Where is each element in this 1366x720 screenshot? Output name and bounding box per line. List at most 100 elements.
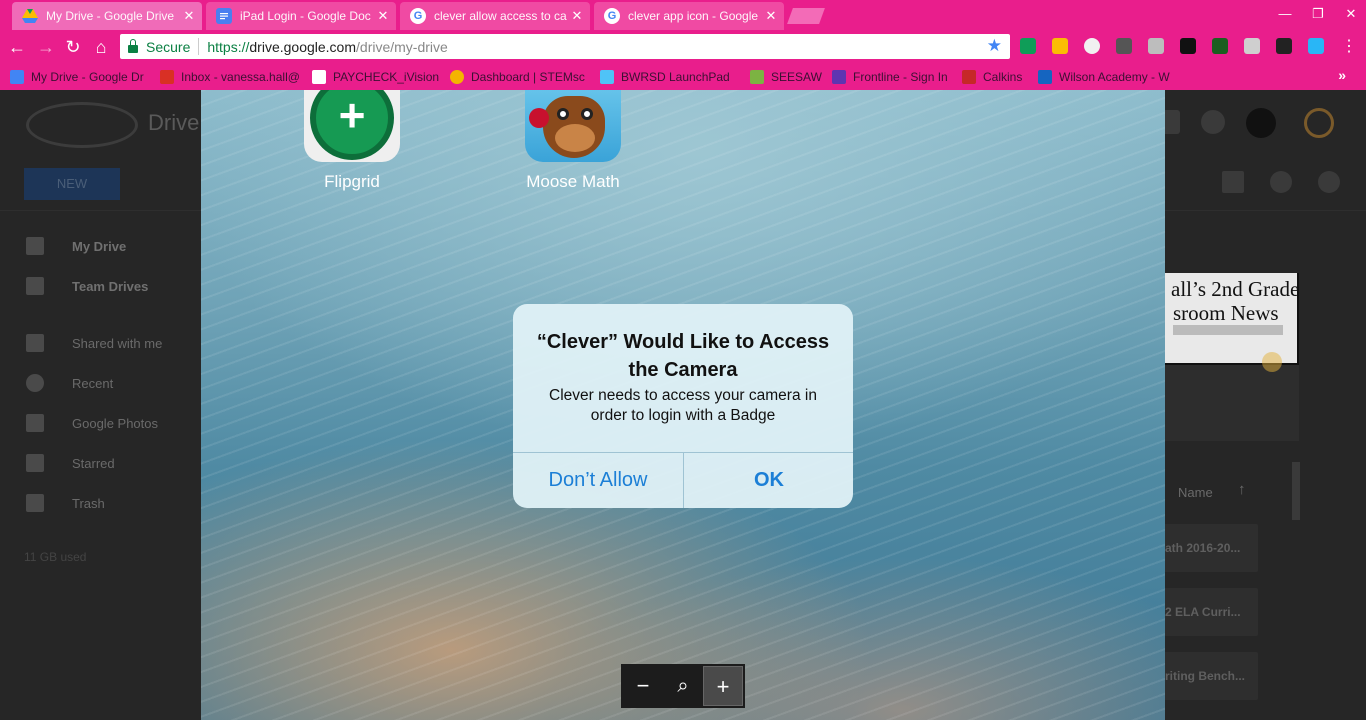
file-row[interactable]: riting Bench... [1165, 652, 1258, 700]
drive-folder-icon [26, 237, 44, 255]
divider [198, 38, 200, 55]
zoom-in-icon[interactable]: + [703, 666, 743, 706]
zoom-reset-icon[interactable]: ⌕ [663, 666, 703, 706]
bookmark-seesaw[interactable]: SEESAW [750, 69, 822, 85]
app-flipgrid[interactable]: + Flipgrid [292, 90, 412, 192]
file-row[interactable]: ath 2016-20... [1165, 524, 1258, 572]
bookmark-paycheck[interactable]: PAYCHECK_iVision [312, 69, 439, 85]
tab-title: iPad Login - Google Doc [240, 9, 371, 23]
bookmarks-bar: My Drive - Google Dr Inbox - vanessa.hal… [0, 63, 1366, 90]
drive-extension-icon[interactable] [1052, 38, 1068, 54]
screencast-extension-icon[interactable] [1276, 38, 1292, 54]
close-tab-icon[interactable]: ✕ [374, 8, 392, 24]
bookmark-inbox[interactable]: Inbox - vanessa.hall@ [160, 69, 300, 85]
film-extension-icon[interactable] [1116, 38, 1132, 54]
thumbnail-text: all’s 2nd Grade [1171, 277, 1299, 301]
home-icon[interactable]: ⌂ [90, 36, 112, 58]
sidebar-item-recent[interactable]: Recent [26, 373, 113, 393]
storage-quota: 11 GB used [24, 550, 87, 564]
sort-by-name[interactable]: Name [1178, 485, 1213, 500]
close-tab-icon[interactable]: ✕ [180, 8, 198, 24]
wilson-icon [1038, 70, 1052, 84]
bookmark-frontline[interactable]: Frontline - Sign In [832, 69, 948, 85]
frontline-icon [832, 70, 846, 84]
alert-title: “Clever” Would Like to Access the Camera [536, 331, 830, 381]
notifications-icon[interactable] [1201, 110, 1225, 134]
bookmark-star-icon[interactable]: ★ [987, 36, 1002, 56]
ok-button[interactable]: OK [684, 453, 853, 508]
sidebar-item-google-photos[interactable]: Google Photos [26, 413, 158, 433]
clock-icon [26, 374, 44, 392]
tab-clever-allow-access[interactable]: G clever allow access to ca ✕ [400, 2, 590, 30]
address-bar[interactable]: Secure https:// drive.google.com /drive/… [120, 34, 1010, 59]
back-arrow-icon[interactable]: ← [6, 36, 28, 58]
sidebar-item-starred[interactable]: Starred [26, 453, 115, 473]
clock-extension-icon[interactable] [1084, 38, 1100, 54]
url-path: /drive/my-drive [356, 38, 448, 55]
url-host: drive.google.com [249, 38, 357, 55]
avatar[interactable] [1246, 108, 1276, 138]
cloud-icon [600, 70, 614, 84]
settings-gear-icon[interactable] [1318, 171, 1340, 193]
tab-my-drive[interactable]: My Drive - Google Drive ✕ [12, 2, 202, 30]
page-icon [312, 70, 326, 84]
bookmark-stemscopes[interactable]: Dashboard | STEMsc [450, 69, 585, 85]
google-g-icon: G [604, 8, 620, 24]
bookmark-calkins[interactable]: Calkins [962, 69, 1022, 85]
forward-arrow-icon[interactable]: → [35, 36, 57, 58]
classroom-extension-icon[interactable] [1020, 38, 1036, 54]
alert-message: Clever needs to access your camera in or… [549, 387, 817, 424]
tabs-extension-icon[interactable] [1244, 38, 1260, 54]
sort-arrow-up-icon[interactable]: ↑ [1238, 481, 1246, 498]
g-extension-icon[interactable] [1148, 38, 1164, 54]
google-drive-icon [22, 8, 38, 24]
scrollbar[interactable] [1292, 462, 1300, 520]
zoom-out-icon[interactable]: − [623, 666, 663, 706]
file-row[interactable]: 2 ELA Curri... [1165, 588, 1258, 636]
browser-toolbar: ← → ↻ ⌂ Secure https:// drive.google.com… [0, 30, 1366, 63]
pinwheel-icon [26, 414, 44, 432]
bookmarks-overflow-icon[interactable]: » [1338, 67, 1346, 83]
cast-extension-icon[interactable] [1212, 38, 1228, 54]
menu-kebab-icon[interactable]: ⋮ [1338, 36, 1360, 58]
stemscopes-icon [450, 70, 464, 84]
minimize-icon[interactable]: — [1272, 6, 1298, 21]
dont-allow-button[interactable]: Don’t Allow [513, 453, 683, 508]
close-tab-icon[interactable]: ✕ [762, 8, 780, 24]
app-moose-math[interactable]: Moose Math [513, 90, 633, 192]
secure-label: Secure [146, 38, 191, 55]
gmail-icon [160, 70, 174, 84]
reload-icon[interactable]: ↻ [62, 36, 84, 58]
tab-title: clever allow access to ca [434, 9, 567, 23]
maximize-icon[interactable]: ❐ [1305, 6, 1331, 22]
bookmark-wilson-academy[interactable]: Wilson Academy - W [1038, 69, 1170, 85]
google-drive-icon [10, 70, 24, 84]
trash-icon [26, 494, 44, 512]
help-icon[interactable] [1304, 108, 1334, 138]
tab-clever-app-icon[interactable]: G clever app icon - Google ✕ [594, 2, 784, 30]
ipad-screen-mirror: + Flipgrid Moose Math “Clever” Would Lik… [201, 90, 1165, 720]
list-view-icon[interactable] [1222, 171, 1244, 193]
sidebar-item-shared-with-me[interactable]: Shared with me [26, 333, 162, 353]
close-tab-icon[interactable]: ✕ [568, 8, 586, 24]
new-button[interactable]: NEW [24, 168, 120, 200]
bookmark-my-drive[interactable]: My Drive - Google Dr [10, 69, 144, 85]
info-icon[interactable] [1270, 171, 1292, 193]
clever-extension-icon[interactable] [1308, 38, 1324, 54]
moose-math-app-icon [525, 90, 621, 162]
thumbnail-text: sroom News [1173, 301, 1279, 325]
people-icon [26, 334, 44, 352]
tab-ipad-login[interactable]: iPad Login - Google Doc ✕ [206, 2, 396, 30]
sidebar-item-team-drives[interactable]: Team Drives [26, 276, 148, 296]
new-tab-button[interactable] [787, 8, 825, 24]
camera-permission-alert: “Clever” Would Like to Access the Camera… [513, 304, 853, 508]
bookmark-launchpad[interactable]: BWRSD LaunchPad [600, 69, 730, 85]
close-window-icon[interactable]: ✕ [1338, 6, 1364, 22]
sidebar-item-trash[interactable]: Trash [26, 493, 105, 513]
zoom-controls: − ⌕ + [621, 664, 745, 708]
lock-icon [128, 38, 138, 53]
app-label: Flipgrid [324, 172, 380, 191]
cloud-extension-icon[interactable] [1180, 38, 1196, 54]
sidebar-item-my-drive[interactable]: My Drive [26, 236, 126, 256]
app-label: Moose Math [526, 172, 620, 191]
